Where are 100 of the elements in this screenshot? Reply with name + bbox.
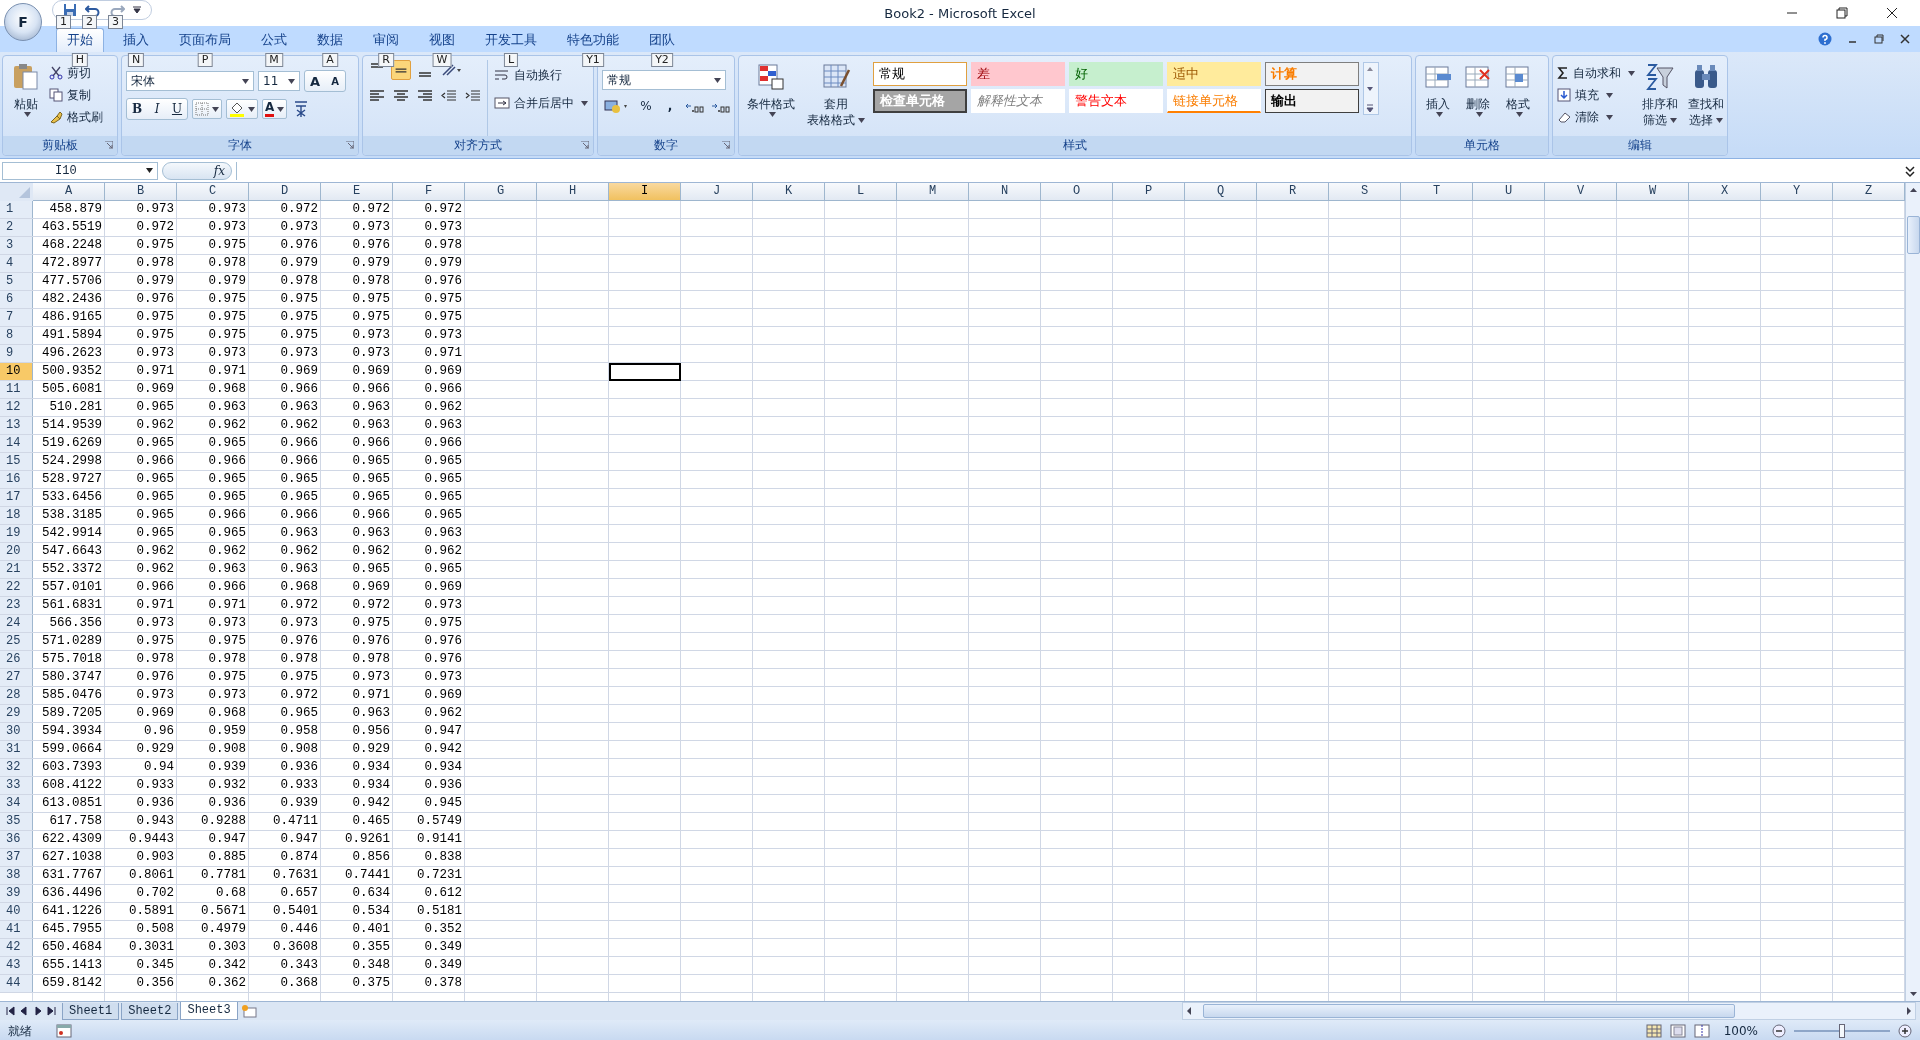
merge-center-button[interactable]: 合并后居中	[494, 94, 588, 112]
sheet-tab[interactable]: Sheet1	[62, 1002, 120, 1020]
column-header[interactable]: Z	[1833, 183, 1905, 201]
row-header[interactable]: 28	[0, 687, 33, 704]
ribbon-tab[interactable]: 公式	[250, 28, 298, 52]
autosum-button[interactable]: 自动求和	[1557, 64, 1635, 82]
column-header[interactable]: U	[1473, 183, 1545, 201]
row-header[interactable]: 15	[0, 453, 33, 470]
sheet-tab[interactable]: Sheet2	[121, 1002, 179, 1020]
column-header[interactable]: S	[1329, 183, 1401, 201]
font-size-field[interactable]: 11	[258, 71, 300, 91]
column-header[interactable]: A	[33, 183, 105, 201]
row-header[interactable]: 44	[0, 975, 33, 992]
clipboard-button[interactable]: 格式刷	[49, 108, 103, 126]
wrap-text-button[interactable]: 自动换行	[494, 66, 588, 84]
row-header[interactable]: 1	[0, 201, 33, 218]
cells-button[interactable]: 删除	[1460, 60, 1496, 136]
row-header[interactable]: 31	[0, 741, 33, 758]
conditional-format-button[interactable]: 条件格式	[743, 60, 799, 136]
column-header[interactable]: X	[1689, 183, 1761, 201]
row-header[interactable]: 5	[0, 273, 33, 290]
row-header[interactable]: 20	[0, 543, 33, 560]
cell-style-swatch[interactable]: 输出	[1265, 89, 1359, 113]
column-header[interactable]: Q	[1185, 183, 1257, 201]
column-header[interactable]: E	[321, 183, 393, 201]
row-header[interactable]: 12	[0, 399, 33, 416]
cell-style-swatch[interactable]: 解释性文本	[971, 89, 1065, 113]
row-header[interactable]: 14	[0, 435, 33, 452]
column-header[interactable]: Y	[1761, 183, 1833, 201]
number-format-field[interactable]: 常规	[602, 70, 726, 90]
row-header[interactable]: 13	[0, 417, 33, 434]
column-header[interactable]: I	[609, 183, 681, 201]
column-header[interactable]: H	[537, 183, 609, 201]
row-header[interactable]: 38	[0, 867, 33, 884]
row-header[interactable]: 11	[0, 381, 33, 398]
row-header[interactable]: 9	[0, 345, 33, 362]
ribbon-tab[interactable]: 数据	[306, 28, 354, 52]
column-header[interactable]: R	[1257, 183, 1329, 201]
column-header[interactable]: W	[1617, 183, 1689, 201]
row-header[interactable]: 24	[0, 615, 33, 632]
percent-button[interactable]: %	[636, 96, 656, 116]
row-header[interactable]: 3	[0, 237, 33, 254]
name-box[interactable]: I10	[2, 161, 158, 180]
ribbon-tab[interactable]: 开始	[56, 28, 104, 52]
column-header[interactable]: B	[105, 183, 177, 201]
find-select-button[interactable]: 查找和 选择	[1685, 60, 1727, 136]
clipboard-button[interactable]: 复制	[49, 86, 103, 104]
ribbon-tab[interactable]: 特色功能	[556, 28, 630, 52]
clipboard-button[interactable]: 剪切	[49, 64, 103, 82]
column-header[interactable]: T	[1401, 183, 1473, 201]
row-header[interactable]: 40	[0, 903, 33, 920]
sheet-tab[interactable]: Sheet3	[180, 1002, 238, 1020]
font-color-button[interactable]: A	[262, 99, 288, 119]
paste-button[interactable]: 粘贴	[7, 60, 45, 136]
row-header[interactable]: 4	[0, 255, 33, 272]
ribbon-tab[interactable]: 插入	[112, 28, 160, 52]
row-header[interactable]: 35	[0, 813, 33, 830]
ribbon-tab[interactable]: 团队	[638, 28, 686, 52]
office-button[interactable]: F	[4, 3, 42, 41]
column-header[interactable]: J	[681, 183, 753, 201]
ribbon-tab[interactable]: 页面布局	[168, 28, 242, 52]
ribbon-tab[interactable]: 审阅	[362, 28, 410, 52]
row-header[interactable]: 16	[0, 471, 33, 488]
row-header[interactable]: 22	[0, 579, 33, 596]
grow-font-button[interactable]: A	[305, 71, 325, 91]
sort-filter-button[interactable]: 排序和 筛选	[1639, 60, 1681, 136]
ribbon-tab[interactable]: 开发工具	[474, 28, 548, 52]
row-header[interactable]: 23	[0, 597, 33, 614]
cell-style-swatch[interactable]: 差	[971, 62, 1065, 86]
cells-button[interactable]: 插入	[1420, 60, 1456, 136]
row-header[interactable]: 18	[0, 507, 33, 524]
row-header[interactable]: 26	[0, 651, 33, 668]
column-header[interactable]: O	[1041, 183, 1113, 201]
column-header[interactable]: C	[177, 183, 249, 201]
font-style-button[interactable]: I	[147, 99, 167, 119]
font-name-field[interactable]: 宋体	[126, 71, 254, 91]
column-header[interactable]: F	[393, 183, 465, 201]
row-header[interactable]: 7	[0, 309, 33, 326]
column-header[interactable]: P	[1113, 183, 1185, 201]
cell-style-swatch[interactable]: 警告文本	[1069, 89, 1163, 113]
row-header[interactable]: 33	[0, 777, 33, 794]
fill-button[interactable]: 填充	[1557, 86, 1635, 104]
row-header[interactable]: 2	[0, 219, 33, 236]
clear-button[interactable]: 清除	[1557, 108, 1635, 126]
row-header[interactable]: 8	[0, 327, 33, 344]
row-header[interactable]: 19	[0, 525, 33, 542]
row-header[interactable]: 21	[0, 561, 33, 578]
column-header[interactable]: V	[1545, 183, 1617, 201]
row-header[interactable]: 41	[0, 921, 33, 938]
ribbon-tab[interactable]: 视图	[418, 28, 466, 52]
row-header[interactable]: 6	[0, 291, 33, 308]
row-header[interactable]: 17	[0, 489, 33, 506]
zoom-level[interactable]: 100%	[1723, 1024, 1758, 1038]
row-header[interactable]: 30	[0, 723, 33, 740]
row-header[interactable]: 36	[0, 831, 33, 848]
font-style-button[interactable]: U	[167, 99, 187, 119]
insert-function-button[interactable]: fx	[162, 161, 232, 180]
column-header[interactable]: G	[465, 183, 537, 201]
shrink-font-button[interactable]: A	[325, 71, 345, 91]
row-header[interactable]: 42	[0, 939, 33, 956]
